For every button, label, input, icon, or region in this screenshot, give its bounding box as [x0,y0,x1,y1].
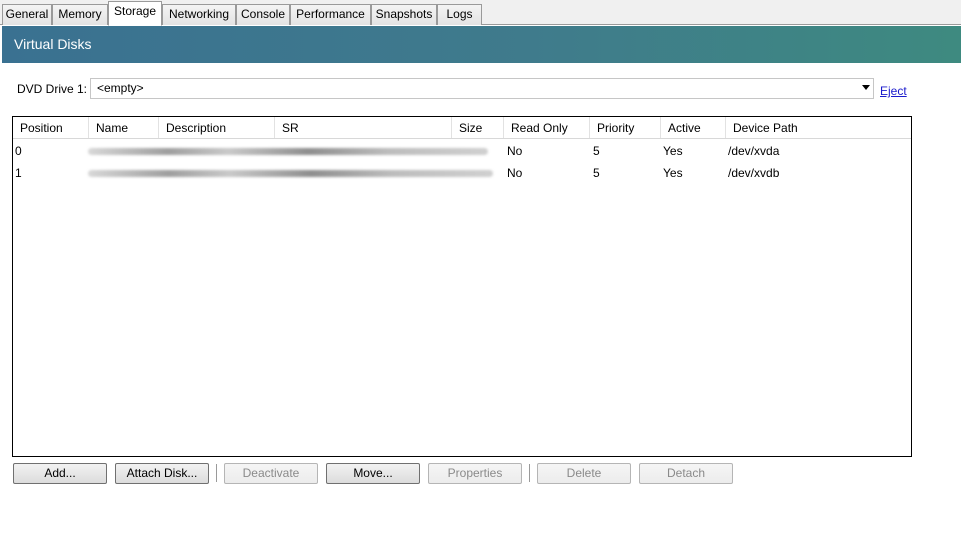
column-header-description[interactable]: Description [159,117,275,138]
column-header-device-path[interactable]: Device Path [726,117,911,138]
cell-device-path: /dev/xvda [728,144,780,158]
table-row[interactable]: 0 No 5 Yes /dev/xvda [13,140,911,162]
redacted-disk-info [88,148,488,155]
virtual-disks-grid[interactable]: Position Name Description SR Size Read O… [12,116,912,457]
deactivate-button[interactable]: Deactivate [224,463,318,484]
tab-logs[interactable]: Logs [437,4,482,25]
attach-disk-button[interactable]: Attach Disk... [115,463,209,484]
cell-read-only: No [507,166,523,180]
cell-active: Yes [663,144,683,158]
tab-networking[interactable]: Networking [162,4,236,25]
column-header-priority[interactable]: Priority [590,117,661,138]
detach-button[interactable]: Detach [639,463,733,484]
toolbar-separator [529,464,530,482]
tab-performance[interactable]: Performance [290,4,371,25]
tab-storage[interactable]: Storage [108,1,162,26]
column-header-sr[interactable]: SR [275,117,452,138]
column-header-active[interactable]: Active [661,117,726,138]
column-header-name[interactable]: Name [89,117,159,138]
cell-position: 0 [15,144,22,158]
cell-position: 1 [15,166,22,180]
move-button[interactable]: Move... [326,463,420,484]
column-header-read-only[interactable]: Read Only [504,117,590,138]
toolbar-separator [216,464,217,482]
dvd-drive-label: DVD Drive 1: [17,82,88,96]
chevron-down-icon[interactable] [862,85,870,90]
tab-console[interactable]: Console [236,4,290,25]
tab-snapshots[interactable]: Snapshots [371,4,437,25]
column-header-position[interactable]: Position [13,117,89,138]
dvd-drive-select[interactable]: <empty> [90,78,874,99]
column-header-size[interactable]: Size [452,117,504,138]
cell-active: Yes [663,166,683,180]
tab-general[interactable]: General [2,4,52,25]
redacted-disk-info [88,170,493,177]
page-title: Virtual Disks [2,26,961,63]
table-row[interactable]: 1 No 5 Yes /dev/xvdb [13,162,911,184]
tab-memory[interactable]: Memory [52,4,108,25]
tab-strip: General Memory Storage Networking Consol… [0,0,961,26]
grid-header: Position Name Description SR Size Read O… [13,117,911,139]
add-button[interactable]: Add... [13,463,107,484]
cell-read-only: No [507,144,523,158]
properties-button[interactable]: Properties [428,463,522,484]
delete-button[interactable]: Delete [537,463,631,484]
eject-link[interactable]: Eject [880,84,907,98]
cell-device-path: /dev/xvdb [728,166,780,180]
cell-priority: 5 [593,144,600,158]
dvd-drive-value: <empty> [97,81,144,95]
cell-priority: 5 [593,166,600,180]
